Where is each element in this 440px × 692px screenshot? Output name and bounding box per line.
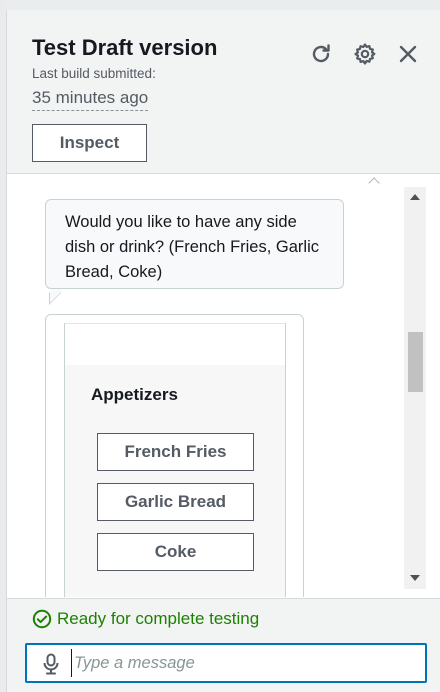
close-icon[interactable] — [396, 42, 420, 66]
check-circle-icon — [32, 609, 52, 629]
conversation-scrollbar[interactable] — [404, 187, 426, 589]
status-text: Ready for complete testing — [57, 609, 260, 628]
scroll-thumb[interactable] — [408, 332, 423, 392]
microphone-icon[interactable] — [41, 653, 61, 675]
option-french-fries-button[interactable]: French Fries — [97, 433, 254, 471]
card-title: Appetizers — [91, 385, 178, 404]
scroll-up-arrow-icon[interactable] — [410, 194, 420, 200]
panel-title: Test Draft version — [32, 35, 218, 60]
build-time[interactable]: 35 minutes ago — [32, 88, 149, 111]
settings-icon[interactable] — [353, 42, 377, 66]
conversation-area: Would you like to have any side dish or … — [7, 175, 440, 597]
message-box[interactable] — [25, 643, 427, 683]
card-body: Appetizers French Fries Garlic Bread Cok… — [64, 323, 286, 597]
panel-footer: Ready for complete testing — [7, 598, 440, 692]
card-image-area — [65, 323, 285, 365]
bot-message-text: Would you like to have any side dish or … — [65, 213, 319, 281]
bot-message-bubble: Would you like to have any side dish or … — [45, 199, 344, 289]
scroll-edge-marker — [368, 177, 380, 189]
option-garlic-bread-button[interactable]: Garlic Bread — [97, 483, 254, 521]
build-label: Last build submitted: — [32, 66, 156, 81]
refresh-icon[interactable] — [309, 42, 333, 66]
panel-header: Test Draft version Last build submitted:… — [7, 10, 440, 174]
top-strip — [0, 0, 440, 10]
status-indicator: Ready for complete testing — [32, 609, 259, 629]
response-card: Appetizers French Fries Garlic Bread Cok… — [45, 314, 304, 597]
inspect-button[interactable]: Inspect — [32, 124, 147, 162]
message-input[interactable] — [71, 649, 411, 677]
scroll-down-arrow-icon[interactable] — [410, 575, 420, 581]
test-panel: Test Draft version Last build submitted:… — [6, 10, 440, 692]
option-coke-button[interactable]: Coke — [97, 533, 254, 571]
